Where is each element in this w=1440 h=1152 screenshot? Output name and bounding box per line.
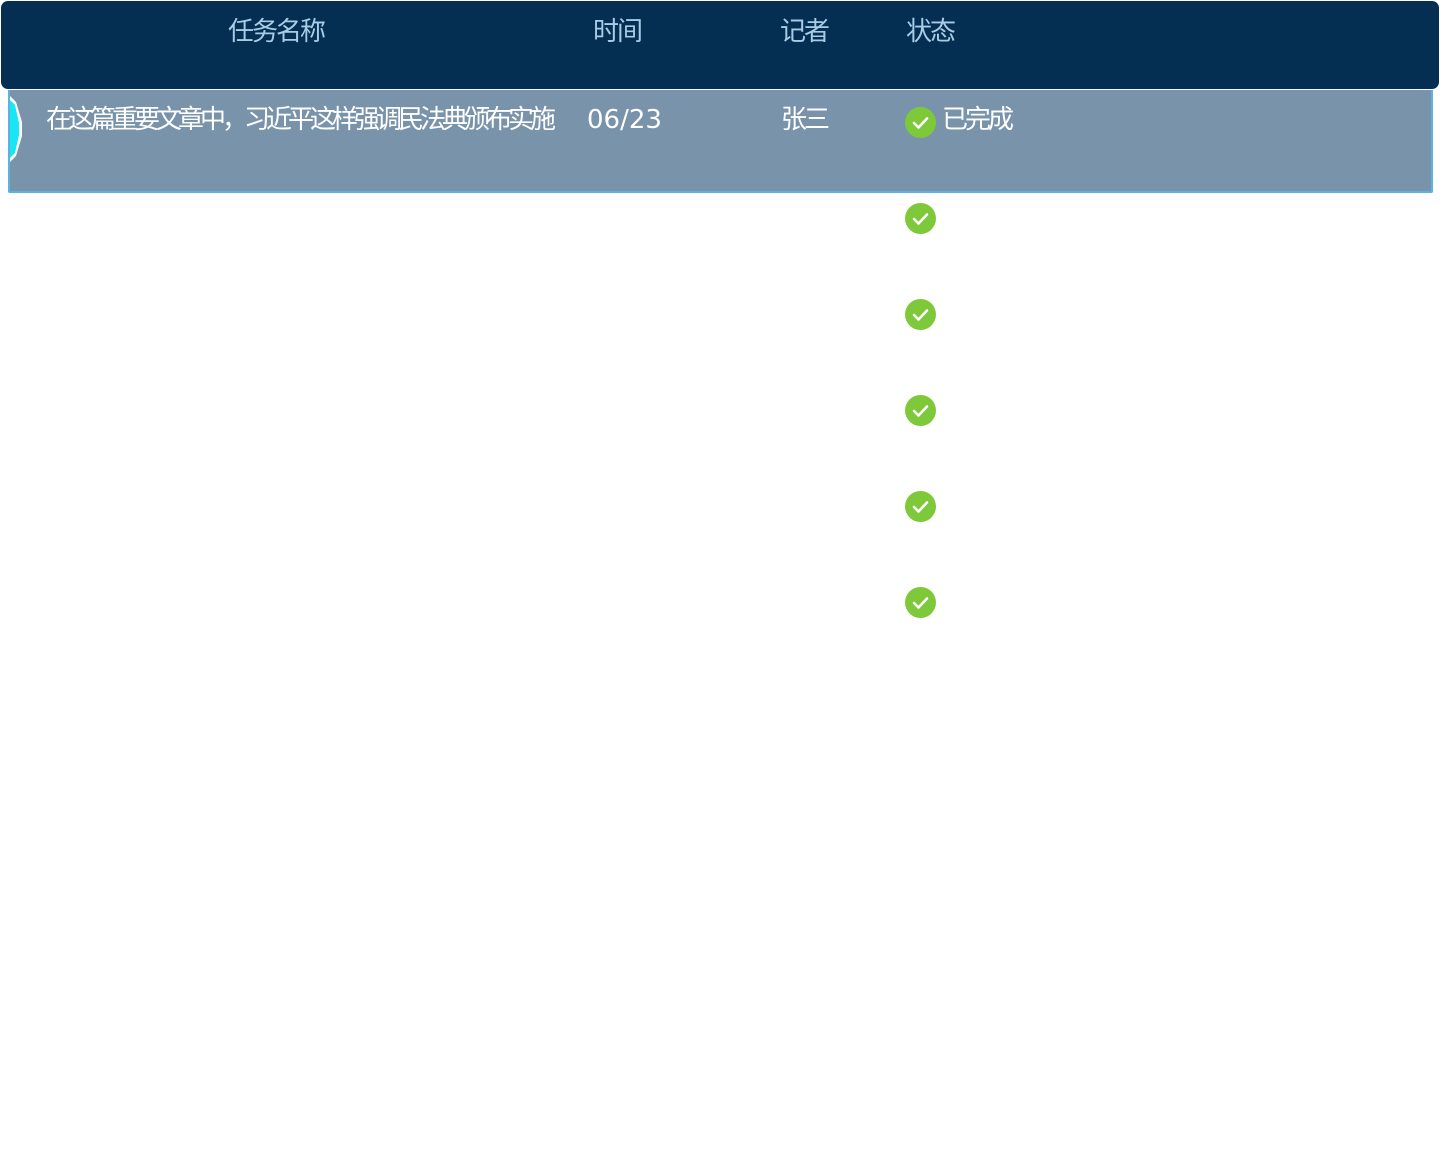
- row-selection-marker: [10, 96, 22, 162]
- task-table: 任务名称 时间 记者 状态 在这篇重要文章中，习近平这样强调民法典颁布实施 06…: [0, 0, 1440, 1152]
- check-circle-icon: [905, 395, 936, 426]
- row-reporter: 张三: [781, 105, 830, 135]
- check-circle-icon: [905, 587, 936, 618]
- table-row-selected[interactable]: 在这篇重要文章中，习近平这样强调民法典颁布实施 06/23 张三 已完成: [8, 90, 1433, 193]
- table-header: 任务名称 时间 记者 状态: [1, 1, 1439, 89]
- check-circle-icon: [905, 107, 936, 138]
- row-time: 06/23: [587, 105, 662, 135]
- check-circle-icon: [905, 203, 936, 234]
- row-task-name[interactable]: 在这篇重要文章中，习近平这样强调民法典颁布实施: [46, 102, 556, 138]
- column-header-time[interactable]: 时间: [593, 14, 643, 50]
- check-circle-icon: [905, 299, 936, 330]
- row-status-text: 已完成: [942, 105, 1014, 135]
- check-circle-icon: [905, 491, 936, 522]
- column-header-reporter[interactable]: 记者: [780, 14, 830, 50]
- column-header-task-name[interactable]: 任务名称: [228, 14, 326, 50]
- column-header-status[interactable]: 状态: [906, 14, 956, 50]
